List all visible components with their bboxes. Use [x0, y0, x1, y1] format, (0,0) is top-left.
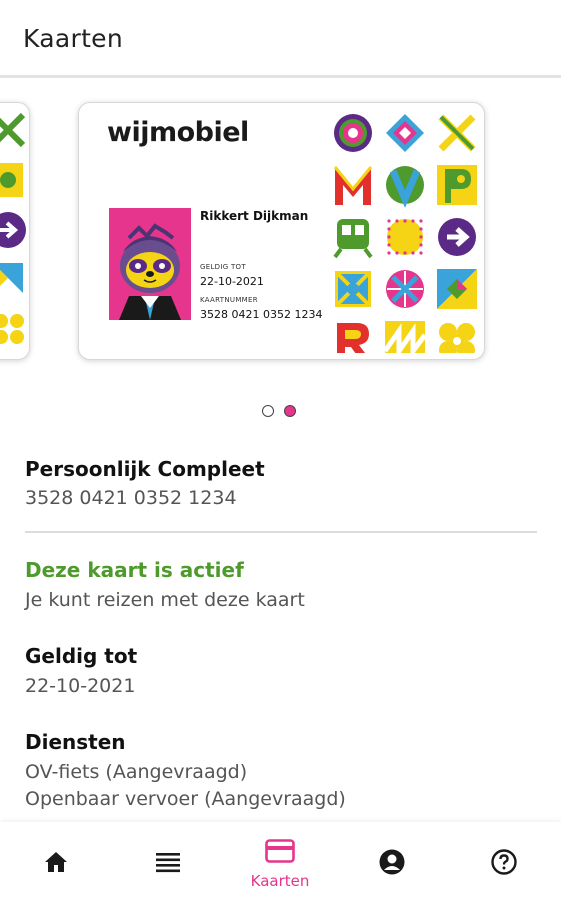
nav-cards-label: Kaarten [250, 872, 310, 890]
arrow-right-icon [438, 218, 476, 256]
bottom-navigation: Kaarten [0, 822, 561, 900]
train-icon [333, 219, 373, 259]
sun-dots-icon [387, 219, 423, 255]
card-status-title: Deze kaart is actief [25, 558, 244, 582]
nav-cards[interactable]: Kaarten [240, 822, 320, 900]
sloth-avatar-icon [109, 208, 191, 320]
metro-m-icon [333, 166, 373, 205]
cross-icon [438, 114, 476, 152]
transit-card[interactable]: wijmobiel Rikkert Dijkman GELDIG TOT 22-… [78, 102, 485, 360]
service-item: Openbaar vervoer (Aangevraagd) [25, 788, 346, 810]
card-brand-logo: wijmobiel [107, 117, 249, 148]
card-number-value: 3528 0421 0352 1234 [200, 308, 323, 321]
previous-card[interactable] [0, 102, 30, 360]
triangles-icon [437, 269, 477, 309]
page-dot[interactable] [262, 405, 274, 417]
nav-home[interactable] [16, 822, 96, 900]
page-dot-active[interactable] [284, 405, 296, 417]
previous-card-tiles [0, 112, 26, 344]
concentric-circle-icon [334, 114, 372, 152]
divider [25, 531, 537, 533]
card-icon [265, 839, 295, 863]
pinwheel-icon [386, 270, 424, 308]
stripes-icon [382, 321, 427, 353]
valid-until-value: 22-10-2021 [200, 275, 264, 288]
crossed-box-icon [335, 271, 371, 307]
card-holder-name: Rikkert Dijkman [200, 209, 309, 223]
diamond-icon [386, 114, 424, 152]
service-item: OV-fiets (Aangevraagd) [25, 761, 248, 783]
valid-until-detail: 22-10-2021 [25, 675, 136, 697]
home-icon [45, 852, 67, 872]
valid-until-label: GELDIG TOT [200, 263, 246, 271]
help-icon [491, 849, 517, 875]
carousel-pagination [262, 405, 302, 421]
nav-help[interactable] [464, 822, 544, 900]
product-number: 3528 0421 0352 1234 [25, 487, 237, 509]
page-title: Kaarten [23, 24, 124, 53]
product-title: Persoonlijk Compleet [25, 457, 265, 481]
nav-account[interactable] [352, 822, 432, 900]
vehicle-v-icon [386, 166, 424, 208]
transport-mode-tiles [333, 114, 477, 353]
app-header: Kaarten [0, 0, 561, 78]
account-icon [379, 849, 405, 875]
services-title: Diensten [25, 730, 126, 754]
card-carousel[interactable]: wijmobiel Rikkert Dijkman GELDIG TOT 22-… [0, 80, 561, 400]
railway-r-icon [337, 323, 369, 353]
quatrefoil-icon [439, 323, 475, 353]
card-number-label: KAARTNUMMER [200, 296, 258, 304]
nav-overview[interactable] [128, 822, 208, 900]
parking-p-icon [437, 165, 477, 205]
card-status-text: Je kunt reizen met deze kaart [25, 589, 305, 611]
valid-until-title: Geldig tot [25, 644, 138, 668]
list-icon [156, 853, 180, 873]
